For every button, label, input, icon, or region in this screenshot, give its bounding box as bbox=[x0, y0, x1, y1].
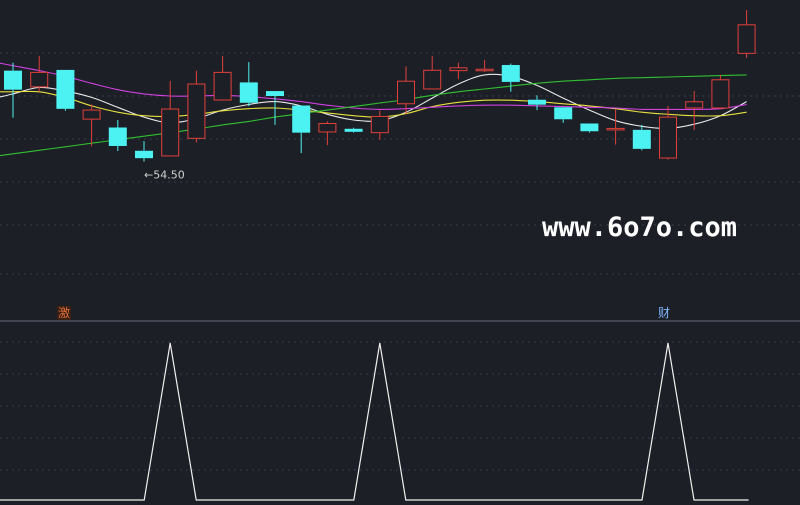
candle bbox=[423, 55, 442, 90]
candle-body-up bbox=[475, 68, 494, 72]
chart-stage: ←54.50 激 财 www.6o7o.com bbox=[0, 0, 800, 505]
candle-body-up bbox=[30, 71, 49, 88]
candle-body-down bbox=[239, 82, 258, 103]
indicator-panel bbox=[0, 341, 800, 501]
candle bbox=[82, 104, 101, 147]
signal-line-layer bbox=[0, 342, 749, 501]
candle-body-down bbox=[108, 127, 127, 146]
candle-body-down bbox=[554, 107, 573, 120]
candle-body-down bbox=[292, 105, 311, 133]
candle-body-up bbox=[423, 69, 442, 90]
candle-body-up bbox=[187, 83, 206, 139]
candle bbox=[580, 123, 599, 133]
candle bbox=[685, 91, 704, 130]
candle bbox=[161, 80, 180, 157]
candle-body-up bbox=[161, 108, 180, 157]
candle-body-down bbox=[632, 129, 651, 149]
candle bbox=[213, 55, 232, 101]
chart-svg: ←54.50 bbox=[0, 10, 800, 501]
signal-line bbox=[0, 342, 749, 501]
watermark: www.6o7o.com bbox=[542, 212, 738, 243]
candle bbox=[239, 62, 258, 107]
candle-body-up bbox=[449, 67, 468, 72]
candle bbox=[397, 66, 415, 115]
candle bbox=[56, 69, 75, 111]
signal-label-ji: 激 bbox=[57, 306, 72, 320]
candle bbox=[528, 95, 546, 111]
candle-body-down bbox=[501, 64, 520, 82]
candle-body-up bbox=[711, 79, 730, 109]
candle-body-up bbox=[737, 24, 756, 54]
candle-body-down bbox=[56, 69, 75, 109]
candle bbox=[449, 62, 468, 80]
candle bbox=[554, 107, 573, 123]
candle-body-up bbox=[370, 115, 389, 134]
candle bbox=[187, 70, 206, 143]
candle-body-down bbox=[266, 91, 284, 96]
candle-body-up bbox=[397, 80, 415, 105]
candle bbox=[108, 119, 127, 151]
candle bbox=[318, 121, 337, 146]
low-price-label: ←54.50 bbox=[144, 169, 185, 182]
candle-body-up bbox=[213, 71, 232, 101]
candle bbox=[30, 55, 49, 92]
candle bbox=[501, 63, 520, 92]
candle bbox=[475, 60, 494, 73]
candle bbox=[737, 10, 756, 58]
candle-body-up bbox=[685, 101, 704, 109]
candle-body-up bbox=[606, 127, 625, 131]
candle-body-up bbox=[82, 109, 101, 120]
candle-body-down bbox=[528, 99, 546, 105]
candle bbox=[632, 124, 651, 151]
ma-line-3 bbox=[0, 62, 747, 111]
candle bbox=[292, 105, 311, 154]
candlestick-layer bbox=[4, 10, 756, 162]
candle-body-down bbox=[4, 70, 22, 90]
candle-body-down bbox=[344, 128, 363, 132]
signal-label-cai: 财 bbox=[658, 306, 671, 320]
candle-body-up bbox=[318, 122, 337, 133]
candle-body-down bbox=[580, 123, 599, 132]
candle bbox=[711, 74, 730, 110]
candle bbox=[606, 109, 625, 145]
candle bbox=[370, 110, 389, 140]
candle bbox=[4, 62, 22, 118]
low-marker-layer: ←54.50 bbox=[144, 169, 185, 182]
candle-body-down bbox=[135, 150, 153, 159]
candle bbox=[135, 141, 153, 162]
candle-body-up bbox=[659, 116, 677, 159]
candle bbox=[344, 127, 363, 133]
